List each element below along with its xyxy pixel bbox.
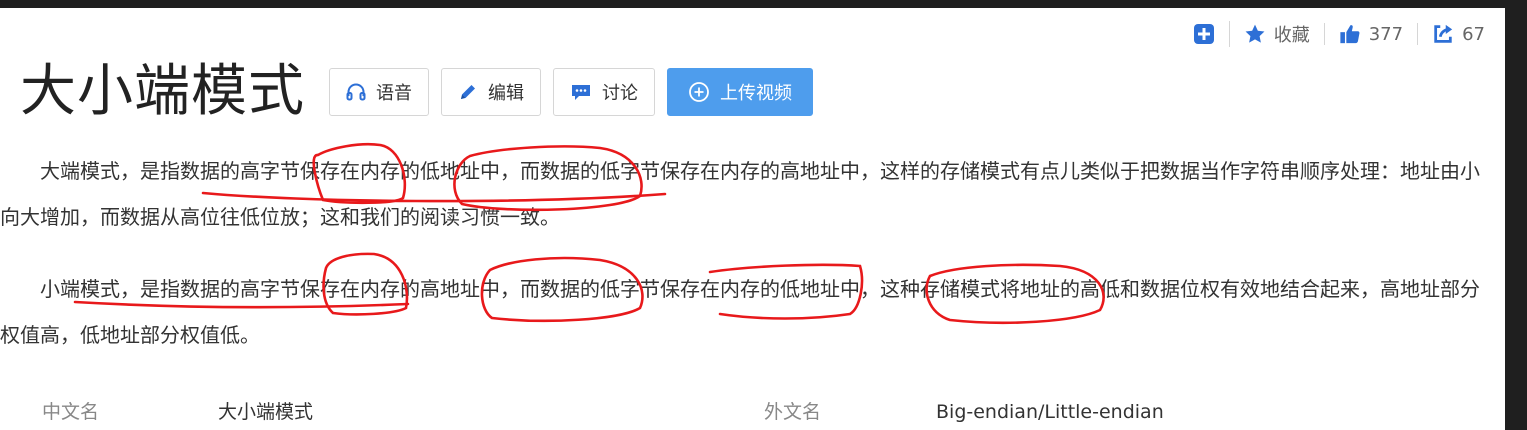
voice-button[interactable]: 语音: [329, 68, 429, 116]
title-row: 大小端模式 语音 编辑 讨论 上传视频: [20, 54, 825, 130]
upload-video-label: 上传视频: [720, 83, 792, 104]
comment-icon: [572, 85, 590, 100]
favorite-button[interactable]: 收藏: [1228, 21, 1324, 47]
edit-button[interactable]: 编辑: [441, 68, 541, 116]
add-button[interactable]: [1179, 23, 1229, 45]
discuss-label: 讨论: [602, 83, 638, 104]
encyclopedia-page: 收藏 377 67 大小端模式 语音 编辑 讨论 上传视频 大端模式，是指数据的…: [0, 8, 1505, 430]
plus-circle-icon: [689, 82, 709, 102]
chinese-name-value: 大小端模式: [218, 401, 314, 423]
little-endian-paragraph: 小端模式，是指数据的高字节保存在内存的高地址中，而数据的低字节保存在内存的低地址…: [0, 277, 1480, 347]
plus-square-icon: [1193, 24, 1214, 44]
share-icon: [1434, 24, 1453, 43]
discuss-button[interactable]: 讨论: [553, 68, 655, 116]
star-icon: [1245, 24, 1265, 43]
big-endian-paragraph: 大端模式，是指数据的高字节保存在内存的低地址中，而数据的低字节保存在内存的高地址…: [0, 159, 1480, 229]
edit-label: 编辑: [488, 83, 524, 104]
foreign-name-value: Big-endian/Little-endian: [936, 401, 1164, 423]
headphones-icon: [346, 83, 366, 101]
pencil-icon: [461, 85, 475, 99]
share-button[interactable]: 67: [1417, 23, 1499, 45]
share-count: 67: [1462, 23, 1485, 45]
thumbs-up-icon: [1340, 25, 1360, 44]
like-count: 377: [1368, 23, 1404, 45]
like-button[interactable]: 377: [1323, 23, 1417, 45]
chinese-name-label: 中文名: [42, 401, 100, 423]
favorite-label: 收藏: [1273, 25, 1310, 46]
page-title: 大小端模式: [20, 59, 305, 124]
upload-video-button[interactable]: 上传视频: [667, 68, 813, 116]
action-bar: 收藏 377 67: [1179, 18, 1499, 50]
voice-label: 语音: [376, 83, 412, 104]
foreign-name-label: 外文名: [764, 401, 822, 423]
